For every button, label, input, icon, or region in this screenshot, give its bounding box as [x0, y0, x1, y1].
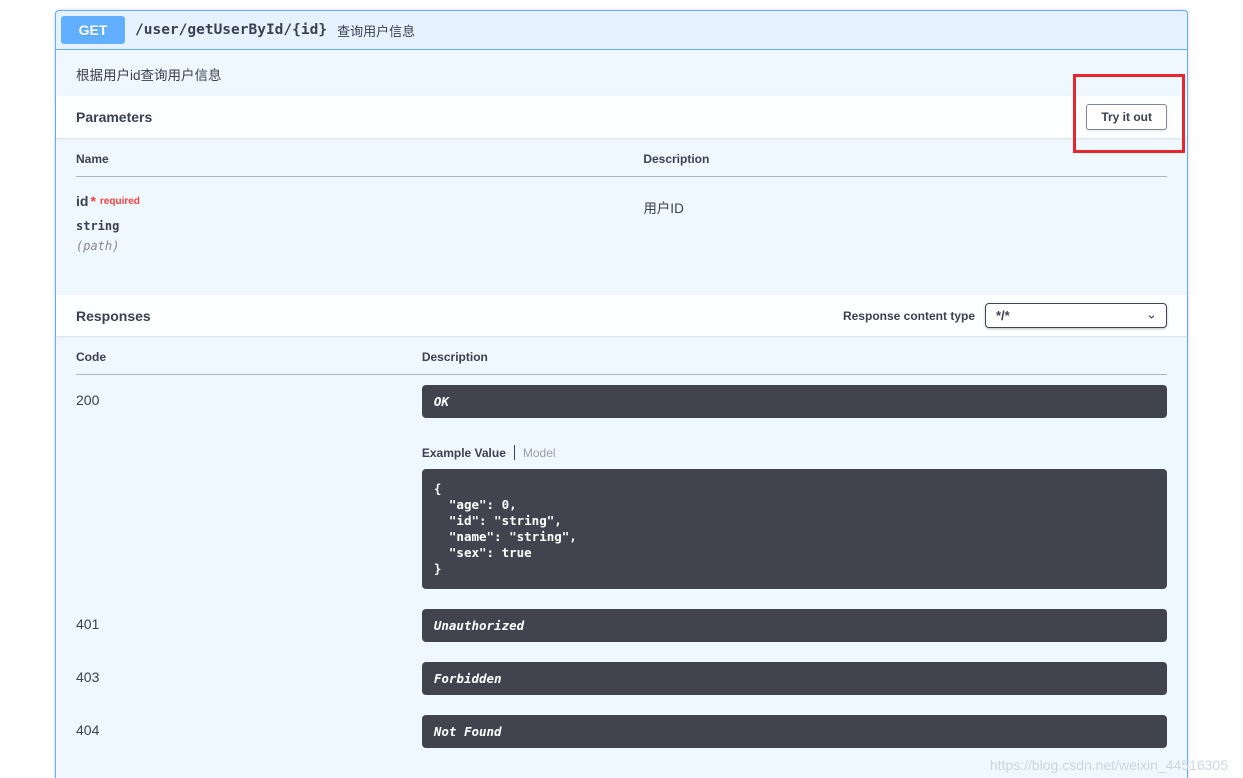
tab-model[interactable]: Model [523, 446, 556, 460]
response-description-404: Not Found [421, 715, 1167, 748]
tab-divider [513, 445, 515, 460]
response-code-200: 200 [76, 392, 100, 408]
parameter-description: 用户ID [643, 201, 684, 216]
response-code-401: 401 [76, 616, 100, 632]
watermark: https://blog.csdn.net/weixin_44516305 [989, 757, 1228, 773]
http-method-badge: GET [61, 16, 125, 44]
page: GET /user/getUserById/{id} 查询用户信息 根据用户id… [0, 0, 1243, 778]
response-description-401: Unauthorized [421, 609, 1167, 642]
opblock-get: GET /user/getUserById/{id} 查询用户信息 根据用户id… [55, 10, 1188, 778]
parameter-location: (path) [76, 239, 120, 253]
response-row-404: 404 Not Found [76, 705, 1167, 758]
response-description-403: Forbidden [421, 662, 1167, 695]
response-description-cell-200: OK Example Value Model { "age": 0, "id":… [421, 375, 1167, 600]
response-code-404: 404 [76, 722, 100, 738]
response-content-type-label: Response content type [842, 308, 975, 323]
responses-col-description: Description [421, 336, 1167, 375]
parameters-table: Name Description id * required string (pat… [76, 138, 1167, 295]
parameter-name-cell: id * required string (path) [76, 177, 643, 296]
responses-title: Responses [76, 307, 151, 324]
parameter-description-cell: 用户ID [643, 177, 1167, 296]
parameters-title: Parameters [76, 109, 153, 125]
parameter-name: id * required [76, 193, 643, 209]
try-it-out-button[interactable]: Try it out [1086, 104, 1167, 130]
response-content-type-select-wrap: */* ⌄ [985, 303, 1167, 328]
response-row-200: 200 OK Example Value Model { "age": 0, "… [76, 375, 1167, 600]
operation-summary[interactable]: GET /user/getUserById/{id} 查询用户信息 [56, 11, 1187, 50]
response-description-200: OK [421, 385, 1167, 418]
parameters-col-description: Description [643, 138, 1167, 177]
response-code-403: 403 [76, 669, 100, 685]
operation-body: 根据用户id查询用户信息 Parameters Try it out Name … [56, 50, 1187, 778]
response-content-type-wrap: Response content type */* ⌄ [843, 303, 1167, 328]
parameter-row: id * required string (path) 用户ID [76, 177, 1167, 296]
example-model-tabs: Example Value Model [422, 445, 1167, 460]
response-description-cell-403: Forbidden [421, 652, 1167, 705]
required-star: * [90, 193, 96, 209]
responses-col-code: Code [76, 336, 422, 375]
parameters-section-header: Parameters Try it out [56, 96, 1187, 138]
responses-table: Code Description 200 OK Example Value Mo… [76, 336, 1167, 758]
parameters-col-name: Name [76, 138, 644, 177]
response-row-401: 401 Unauthorized [76, 599, 1167, 652]
example-value-code: { "age": 0, "id": "string", "name": "str… [421, 469, 1167, 589]
operation-description: 根据用户id查询用户信息 [76, 68, 222, 83]
tab-example-value[interactable]: Example Value [422, 446, 506, 460]
parameter-name-text: id [76, 193, 89, 209]
response-row-403: 403 Forbidden [76, 652, 1167, 705]
operation-summary-text: 查询用户信息 [337, 23, 416, 39]
response-description-cell-401: Unauthorized [421, 599, 1167, 652]
responses-section-header: Responses Response content type */* ⌄ [56, 295, 1187, 336]
response-description-cell-404: Not Found [421, 705, 1167, 758]
parameter-type: string [76, 219, 120, 233]
required-label: required [99, 196, 140, 207]
operation-path: /user/getUserById/{id} [135, 22, 328, 38]
response-content-type-select[interactable]: */* [985, 303, 1167, 328]
